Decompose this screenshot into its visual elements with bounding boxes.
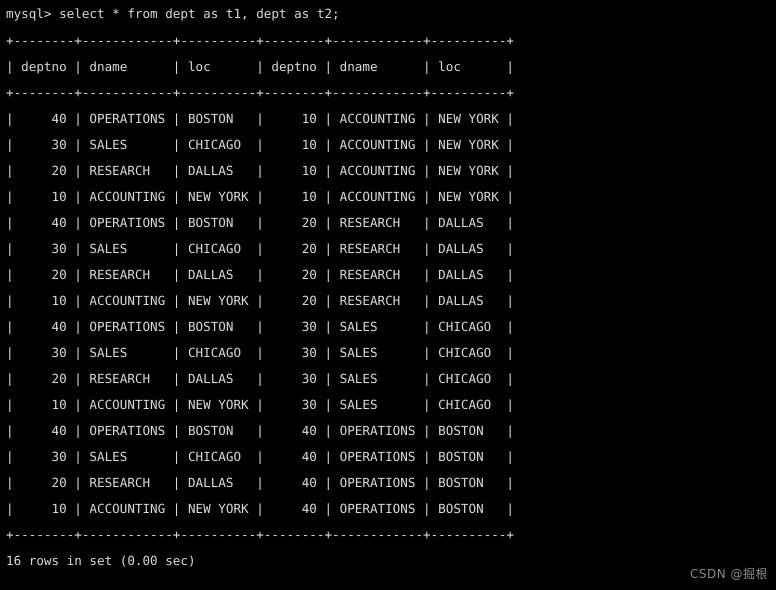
table-row: | 40 | OPERATIONS | BOSTON | 10 | ACCOUN… [6,111,514,126]
table-top-border: +--------+------------+----------+------… [6,33,514,48]
csdn-watermark: CSDN @掘根 [689,567,768,581]
table-row: | 10 | ACCOUNTING | NEW YORK | 40 | OPER… [6,501,514,516]
terminal-window[interactable]: mysql> select * from dept as t1, dept as… [0,0,776,590]
table-header-border: +--------+------------+----------+------… [6,85,514,100]
table-bottom-border: +--------+------------+----------+------… [6,527,514,542]
table-row: | 30 | SALES | CHICAGO | 20 | RESEARCH |… [6,241,514,256]
table-row: | 20 | RESEARCH | DALLAS | 40 | OPERATIO… [6,475,514,490]
table-body: | 40 | OPERATIONS | BOSTON | 10 | ACCOUN… [6,106,776,522]
table-row: | 10 | ACCOUNTING | NEW YORK | 10 | ACCO… [6,189,514,204]
command-prompt-line: mysql> select * from dept as t1, dept as… [6,6,340,21]
table-row: | 40 | OPERATIONS | BOSTON | 30 | SALES … [6,319,514,334]
table-row: | 20 | RESEARCH | DALLAS | 20 | RESEARCH… [6,267,514,282]
table-row: | 20 | RESEARCH | DALLAS | 30 | SALES | … [6,371,514,386]
table-row: | 30 | SALES | CHICAGO | 30 | SALES | CH… [6,345,514,360]
table-row: | 40 | OPERATIONS | BOSTON | 20 | RESEAR… [6,215,514,230]
table-row: | 10 | ACCOUNTING | NEW YORK | 30 | SALE… [6,397,514,412]
table-header-row: | deptno | dname | loc | deptno | dname … [6,59,514,74]
table-row: | 10 | ACCOUNTING | NEW YORK | 20 | RESE… [6,293,514,308]
result-status-line: 16 rows in set (0.00 sec) [6,553,196,568]
table-row: | 30 | SALES | CHICAGO | 40 | OPERATIONS… [6,449,514,464]
table-row: | 40 | OPERATIONS | BOSTON | 40 | OPERAT… [6,423,514,438]
table-row: | 20 | RESEARCH | DALLAS | 10 | ACCOUNTI… [6,163,514,178]
table-row: | 30 | SALES | CHICAGO | 10 | ACCOUNTING… [6,137,514,152]
